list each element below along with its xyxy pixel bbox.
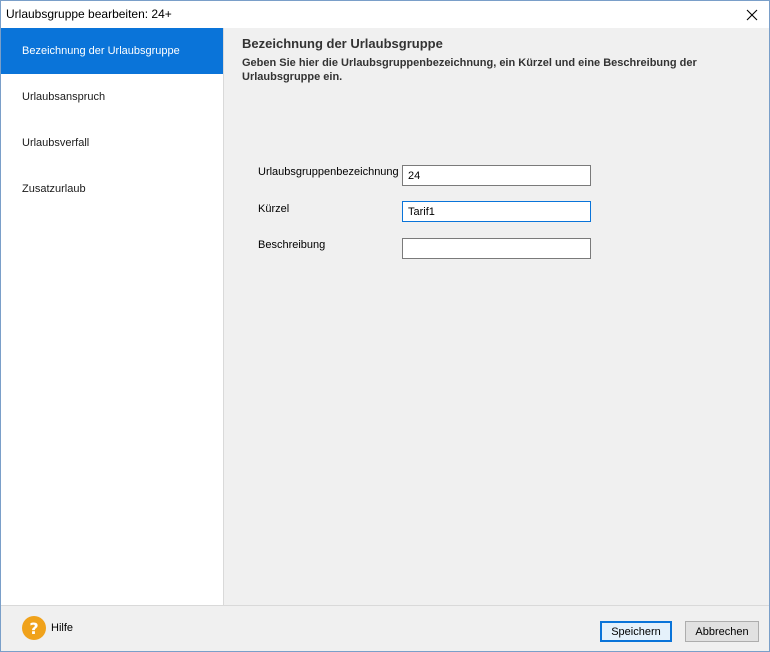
sidebar-item-label: Urlaubsverfall	[22, 137, 90, 149]
sidebar-item-urlaubsverfall[interactable]: Urlaubsverfall	[1, 120, 223, 166]
sidebar-item-label: Urlaubsanspruch	[22, 91, 106, 103]
save-button[interactable]: Speichern	[600, 621, 672, 642]
sidebar-item-urlaubsanspruch[interactable]: Urlaubsanspruch	[1, 74, 223, 120]
section-description: Geben Sie hier die Urlaubsgruppenbezeich…	[242, 57, 697, 83]
help-button[interactable]: ? Hilfe	[22, 616, 73, 640]
window-title: Urlaubsgruppe bearbeiten: 24+	[6, 7, 172, 21]
close-button[interactable]	[735, 1, 769, 28]
sidebar-item-label: Zusatzurlaub	[22, 183, 86, 195]
cancel-button[interactable]: Abbrechen	[685, 621, 759, 642]
title-bar: Urlaubsgruppe bearbeiten: 24+	[1, 1, 769, 28]
sidebar-item-zusatzurlaub[interactable]: Zusatzurlaub	[1, 166, 223, 212]
help-label: Hilfe	[51, 622, 74, 634]
description-field[interactable]	[402, 238, 591, 259]
short-field[interactable]	[402, 201, 591, 222]
section-title: Bezeichnung der Urlaubsgruppe	[242, 36, 443, 51]
footer: ? Hilfe Speichern Abbrechen	[1, 605, 769, 651]
name-field[interactable]	[402, 165, 591, 186]
sidebar-item-bezeichnung[interactable]: Bezeichnung der Urlaubsgruppe	[1, 28, 223, 74]
dialog-window: Urlaubsgruppe bearbeiten: 24+ Bezeichnun…	[0, 0, 770, 652]
question-icon: ?	[22, 616, 46, 640]
close-icon	[746, 9, 758, 20]
sidebar: Bezeichnung der Urlaubsgruppe Urlaubsans…	[1, 28, 224, 605]
sidebar-item-label: Bezeichnung der Urlaubsgruppe	[22, 45, 180, 57]
description-field-label: Beschreibung	[258, 239, 326, 251]
name-field-label: Urlaubsgruppenbezeichnung	[258, 166, 399, 178]
main-content: Bezeichnung der Urlaubsgruppe Geben Sie …	[224, 28, 769, 605]
short-field-label: Kürzel	[258, 203, 290, 215]
